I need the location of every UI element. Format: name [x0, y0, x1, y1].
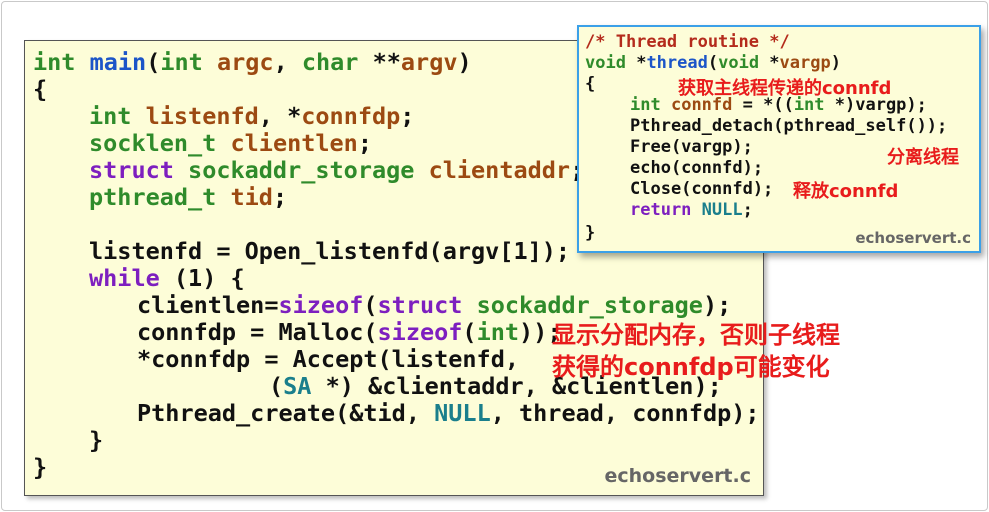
annotation-get-connfd: 获取主线程传递的connfd: [678, 78, 892, 99]
code-line-malloc: connfdp = Malloc(sizeof(int));: [137, 318, 562, 346]
thread-source-file-label: echoservert.c: [855, 229, 971, 247]
annotation-malloc-line2: 获得的connfdp可能变化: [552, 353, 830, 381]
annotation-detach: 分离线程: [887, 147, 959, 168]
code-line-accept: *connfdp = Accept(listenfd,: [137, 345, 520, 373]
code-line-thread-detach: Pthread_detach(pthread_self());: [630, 116, 948, 136]
code-line-main-signature: int main(int argc, char **argv): [33, 48, 472, 76]
code-line-thread-signature: void *thread(void *vargp): [585, 53, 841, 73]
code-line-decl-listenfd: int listenfd, *connfdp;: [89, 102, 415, 130]
code-line-thread-return: return NULL;: [630, 200, 753, 220]
code-line-open-brace: {: [33, 75, 48, 103]
code-line-close-while: }: [89, 426, 104, 454]
code-line-open-listenfd: listenfd = Open_listenfd(argv[1]);: [89, 237, 571, 265]
code-line-decl-tid: pthread_t tid;: [89, 183, 288, 211]
code-line-thread-open-brace: {: [585, 74, 596, 94]
code-line-decl-clientlen: socklen_t clientlen;: [89, 129, 372, 157]
thread-code-box: /* Thread routine */ void *thread(void *…: [577, 25, 981, 253]
code-line-thread-echo: echo(connfd);: [630, 158, 764, 178]
annotation-malloc-line1: 显示分配内存，否则子线程: [552, 321, 840, 349]
code-line-thread-comment: /* Thread routine */: [585, 32, 790, 52]
code-line-thread-free: Free(vargp);: [630, 137, 753, 157]
code-line-decl-clientaddr: struct sockaddr_storage clientaddr;: [89, 156, 584, 184]
code-line-thread-close-brace: }: [585, 223, 596, 243]
code-line-while: while (1) {: [89, 264, 245, 292]
source-file-label: echoservert.c: [604, 465, 752, 487]
code-line-close-main: }: [33, 453, 48, 481]
code-line-pthread-create: Pthread_create(&tid, NULL, thread, connf…: [137, 399, 760, 427]
annotation-release: 释放connfd: [793, 181, 899, 202]
code-line-thread-close: Close(connfd);: [630, 179, 774, 199]
